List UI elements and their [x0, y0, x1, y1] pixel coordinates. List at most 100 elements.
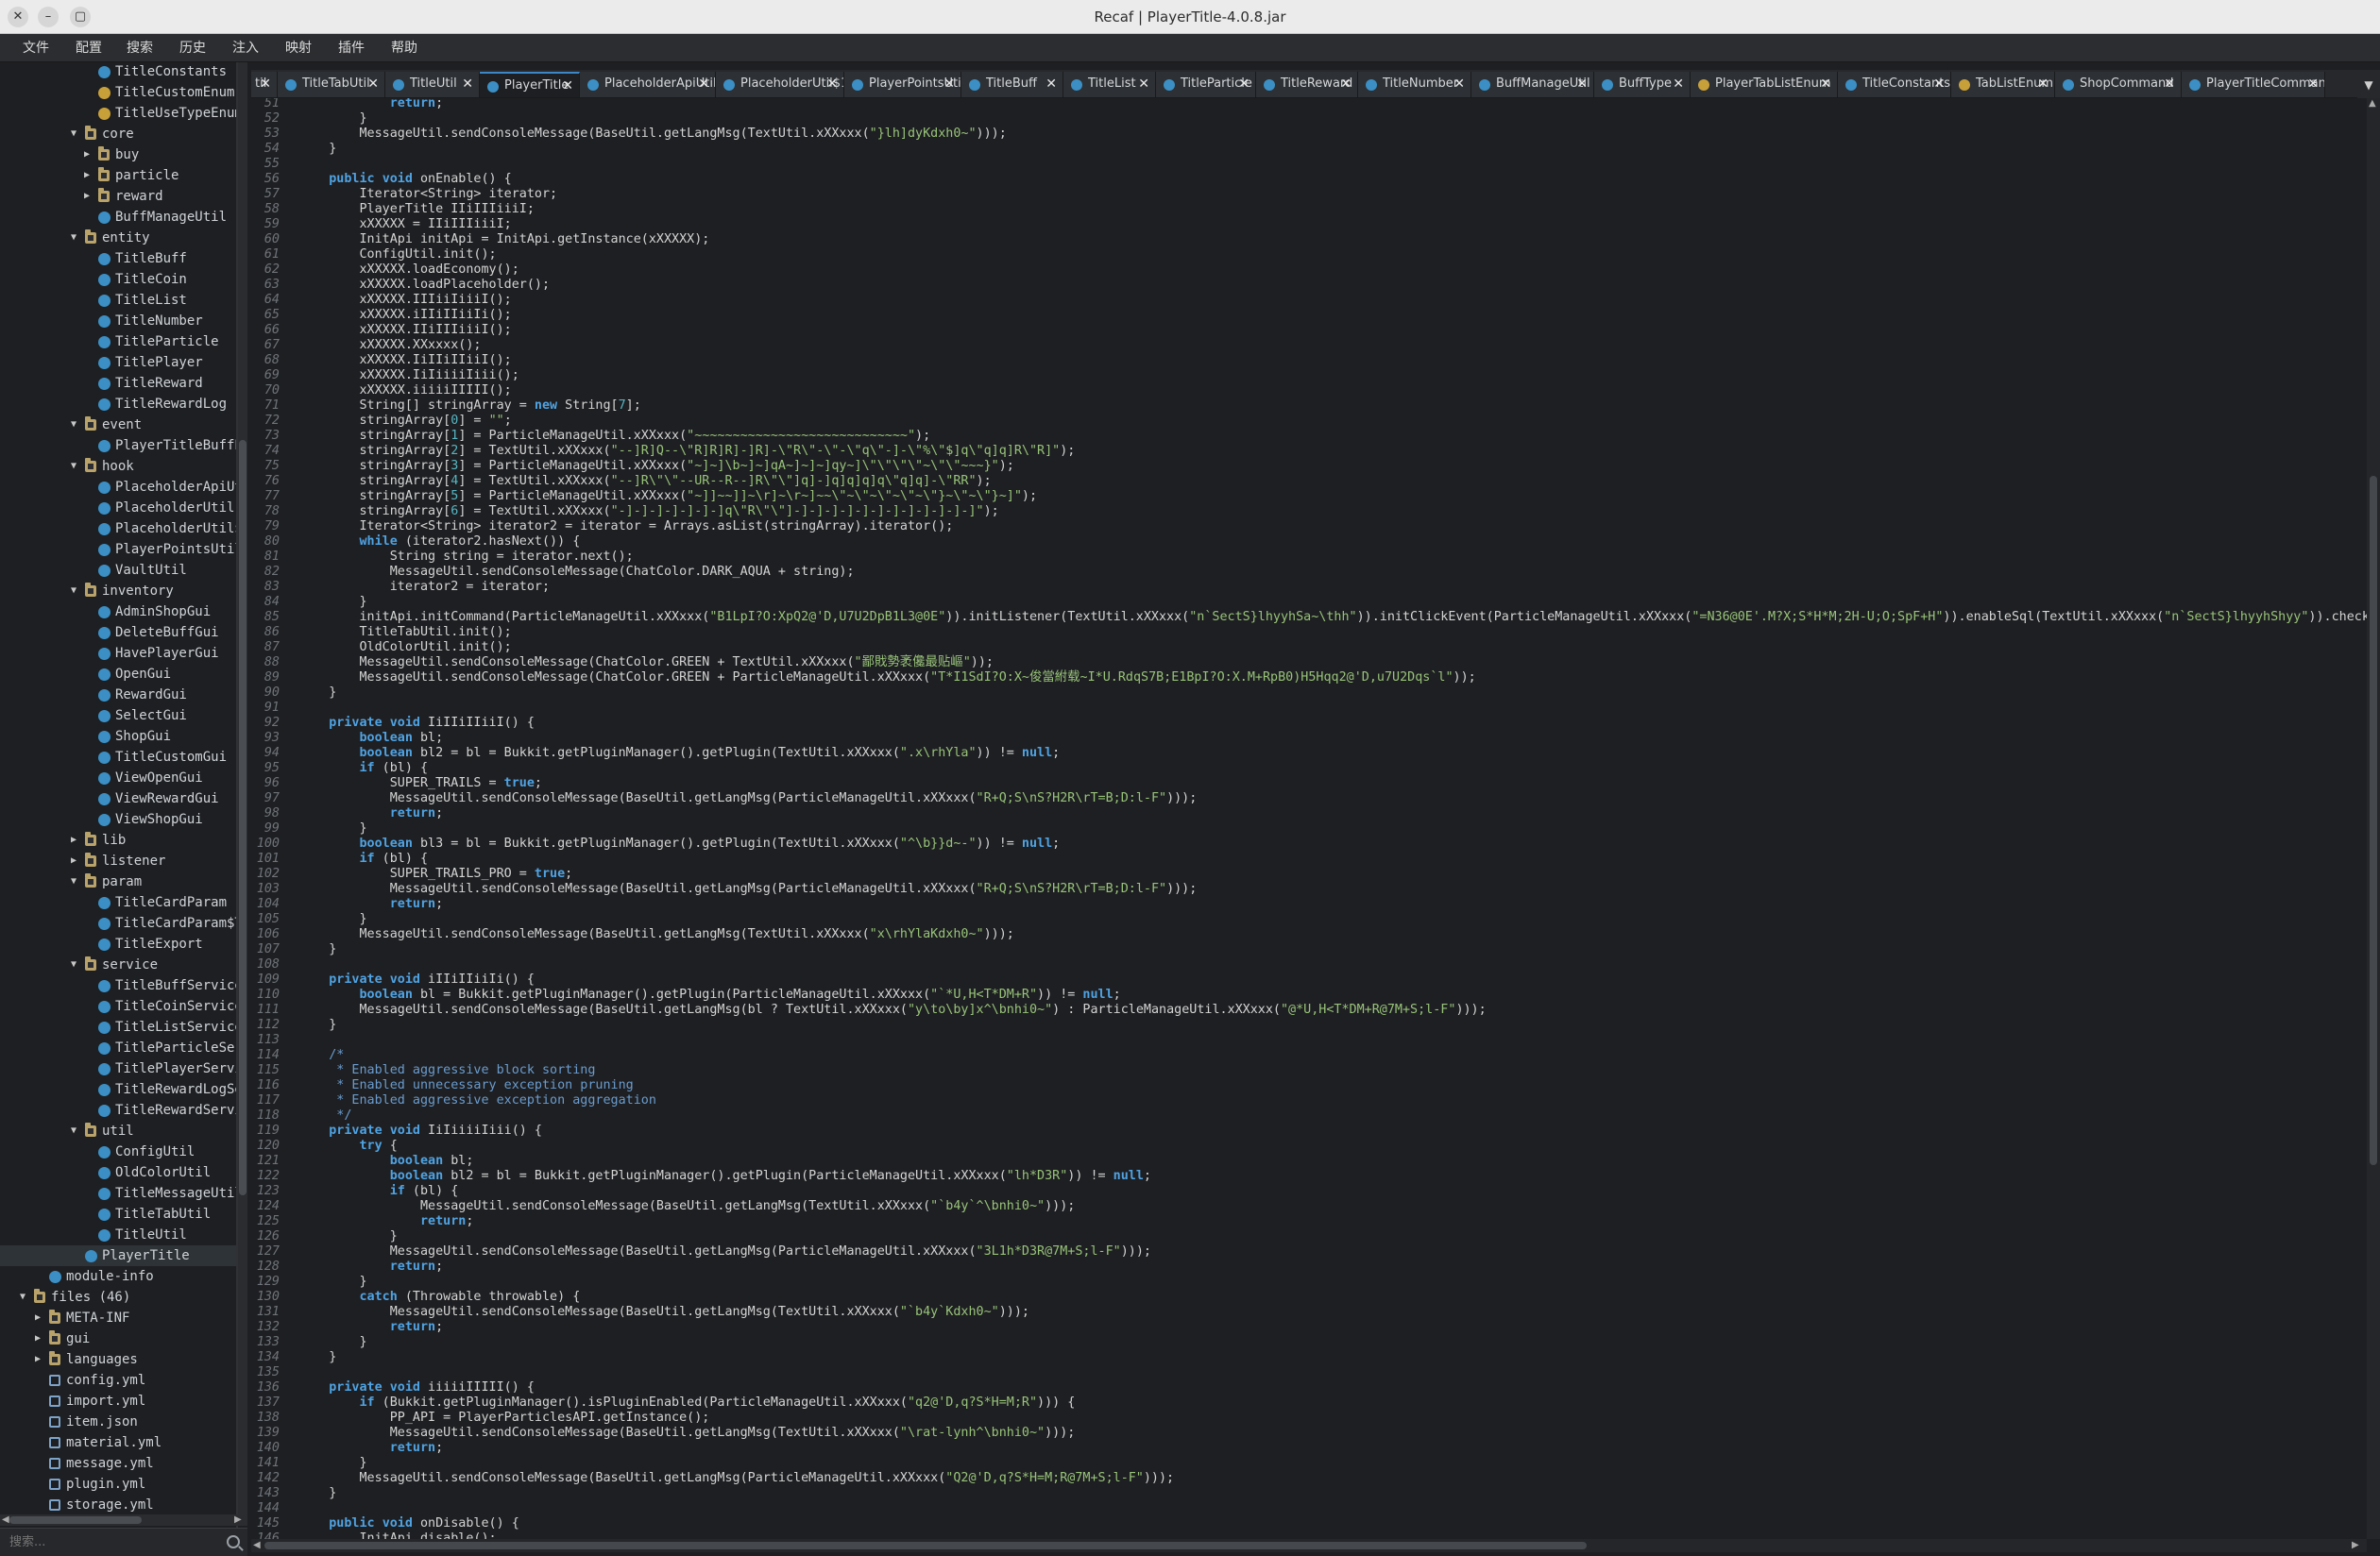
- tree-item[interactable]: TitleCustomGui: [0, 747, 236, 768]
- tree-item[interactable]: TitleParticle: [0, 331, 236, 352]
- collapse-arrow-icon[interactable]: ▶: [81, 144, 93, 165]
- expand-arrow-icon[interactable]: ▼: [68, 1121, 79, 1142]
- expand-arrow-icon[interactable]: ▼: [68, 871, 79, 892]
- tree-item[interactable]: SelectGui: [0, 705, 236, 726]
- tree-item[interactable]: PlayerTitleBuffE: [0, 435, 236, 456]
- tree-item[interactable]: PlaceholderApiUt: [0, 477, 236, 498]
- tab-close-icon[interactable]: ✕: [1138, 72, 1149, 96]
- tree-item[interactable]: TitleBuffService: [0, 975, 236, 996]
- scroll-up-arrow-icon[interactable]: ▲: [2369, 98, 2376, 109]
- tree-item[interactable]: TitleConstants: [0, 62, 236, 82]
- tab-close-icon[interactable]: ✕: [462, 72, 473, 96]
- scroll-right-arrow-icon[interactable]: ▶: [234, 1514, 242, 1525]
- collapse-arrow-icon[interactable]: ▶: [68, 830, 79, 851]
- tree-item[interactable]: ▼ event: [0, 414, 236, 435]
- tree-item[interactable]: TitleCoinService: [0, 996, 236, 1017]
- editor-tab[interactable]: ShopCommand ✕: [2055, 72, 2182, 97]
- tree-item[interactable]: ▶ lib: [0, 830, 236, 851]
- menu-inject[interactable]: 注入: [232, 34, 259, 62]
- expand-arrow-icon[interactable]: ▼: [68, 414, 79, 435]
- editor-tab[interactable]: TitleBuff ✕: [961, 72, 1063, 97]
- scroll-left-arrow-icon[interactable]: ◀: [2, 1514, 9, 1525]
- editor-tab[interactable]: TitleConstants ✕: [1838, 72, 1951, 97]
- tree-vertical-scrollbar[interactable]: [238, 62, 247, 1516]
- tree-scroll-thumb[interactable]: [239, 440, 246, 1195]
- tree-item[interactable]: ViewOpenGui: [0, 768, 236, 788]
- scroll-left-arrow-icon[interactable]: ◀: [253, 1540, 261, 1550]
- collapse-arrow-icon[interactable]: ▶: [81, 186, 93, 207]
- editor-tab[interactable]: PlayerTitle ✕: [480, 72, 580, 97]
- editor-hscroll-thumb[interactable]: [264, 1542, 1587, 1549]
- tab-close-icon[interactable]: ✕: [1933, 72, 1945, 96]
- tree-item[interactable]: ▶ reward: [0, 186, 236, 207]
- tree-item[interactable]: RewardGui: [0, 685, 236, 705]
- tree-item[interactable]: OldColorUtil: [0, 1162, 236, 1183]
- editor-tab[interactable]: PlayerTabListEnum ✕: [1691, 72, 1838, 97]
- tab-close-icon[interactable]: ✕: [698, 72, 709, 96]
- tree-item[interactable]: ▶ particle: [0, 165, 236, 186]
- tree-item[interactable]: import.yml: [0, 1391, 236, 1412]
- tree-item[interactable]: TitleCardParam: [0, 892, 236, 913]
- editor-tab[interactable]: TitleList ✕: [1063, 72, 1156, 97]
- editor-horizontal-scrollbar[interactable]: ◀ ▶: [251, 1539, 2367, 1552]
- tree-item[interactable]: ▶ gui: [0, 1328, 236, 1349]
- tab-close-icon[interactable]: ✕: [826, 72, 838, 96]
- tree-item[interactable]: message.yml: [0, 1453, 236, 1474]
- tab-close-icon[interactable]: ✕: [1454, 72, 1465, 96]
- expand-arrow-icon[interactable]: ▼: [68, 456, 79, 477]
- tree-hscroll-thumb[interactable]: [9, 1516, 142, 1524]
- expand-arrow-icon[interactable]: ▼: [68, 581, 79, 601]
- tree-item[interactable]: material.yml: [0, 1432, 236, 1453]
- tree-item[interactable]: AdminShopGui: [0, 601, 236, 622]
- tab-close-icon[interactable]: ✕: [2164, 72, 2175, 96]
- editor-tab[interactable]: BuffType ✕: [1594, 72, 1691, 97]
- collapse-arrow-icon[interactable]: ▶: [32, 1349, 43, 1370]
- tree-item[interactable]: item.json: [0, 1412, 236, 1432]
- search-input[interactable]: [0, 1529, 217, 1555]
- menu-plugins[interactable]: 插件: [338, 34, 365, 62]
- tree-search-box[interactable]: [0, 1528, 247, 1556]
- editor-tab[interactable]: PlayerPointsUtil ✕: [844, 72, 961, 97]
- tree-item[interactable]: ▶ META-INF: [0, 1308, 236, 1328]
- tree-item[interactable]: ▼ util: [0, 1121, 236, 1142]
- tree-item[interactable]: TitleCustomEnum: [0, 82, 236, 103]
- tree-item[interactable]: config.yml: [0, 1370, 236, 1391]
- editor-tab[interactable]: TitleNumber ✕: [1358, 72, 1471, 97]
- tree-item[interactable]: TitleMessageUtil: [0, 1183, 236, 1204]
- tree-item[interactable]: ▼ files (46): [0, 1287, 236, 1308]
- tree-item[interactable]: ▼ core: [0, 124, 236, 144]
- tab-close-icon[interactable]: ✕: [1576, 72, 1588, 96]
- editor-tab[interactable]: TitleUtil ✕: [385, 72, 480, 97]
- tab-close-icon[interactable]: ✕: [1820, 72, 1831, 96]
- tree-item[interactable]: PlaceholderUtil$: [0, 518, 236, 539]
- menu-search[interactable]: 搜索: [127, 34, 153, 62]
- tree-item[interactable]: TitleCardParam$T: [0, 913, 236, 934]
- tree-item[interactable]: ▼ entity: [0, 228, 236, 248]
- tree-item[interactable]: ▶ buy: [0, 144, 236, 165]
- expand-arrow-icon[interactable]: ▼: [68, 955, 79, 975]
- tree-item[interactable]: module-info: [0, 1266, 236, 1287]
- tree-item[interactable]: VaultUtil: [0, 560, 236, 581]
- menu-mapping[interactable]: 映射: [285, 34, 312, 62]
- editor-tab[interactable]: PlaceholderUtil$1 ✕: [716, 72, 844, 97]
- editor-tab[interactable]: PlaceholderApiUtil ✕: [580, 72, 716, 97]
- collapse-arrow-icon[interactable]: ▶: [81, 165, 93, 186]
- search-icon[interactable]: [227, 1535, 240, 1548]
- menu-config[interactable]: 配置: [76, 34, 102, 62]
- editor-tab[interactable]: TitleParticle ✕: [1156, 72, 1256, 97]
- tab-close-icon[interactable]: ✕: [944, 72, 955, 96]
- tree-item[interactable]: BuffManageUtil: [0, 207, 236, 228]
- tree-item[interactable]: TitleParticleSer: [0, 1038, 236, 1058]
- expand-arrow-icon[interactable]: ▼: [68, 124, 79, 144]
- tree-item[interactable]: TitleCoin: [0, 269, 236, 290]
- editor-tab[interactable]: PlayerTitleCommand ✕: [2182, 72, 2325, 97]
- collapse-arrow-icon[interactable]: ▶: [32, 1328, 43, 1349]
- tree-item[interactable]: PlaceholderUtil: [0, 498, 236, 518]
- menu-help[interactable]: 帮助: [391, 34, 417, 62]
- tree-item[interactable]: TitleUseTypeEnum: [0, 103, 236, 124]
- tree-item[interactable]: plugin.yml: [0, 1474, 236, 1495]
- editor-vertical-scrollbar[interactable]: ▲: [2367, 98, 2380, 1539]
- tab-close-icon[interactable]: ✕: [260, 72, 271, 96]
- collapse-arrow-icon[interactable]: ▶: [32, 1308, 43, 1328]
- editor-tab[interactable]: BuffManageUtil ✕: [1471, 72, 1594, 97]
